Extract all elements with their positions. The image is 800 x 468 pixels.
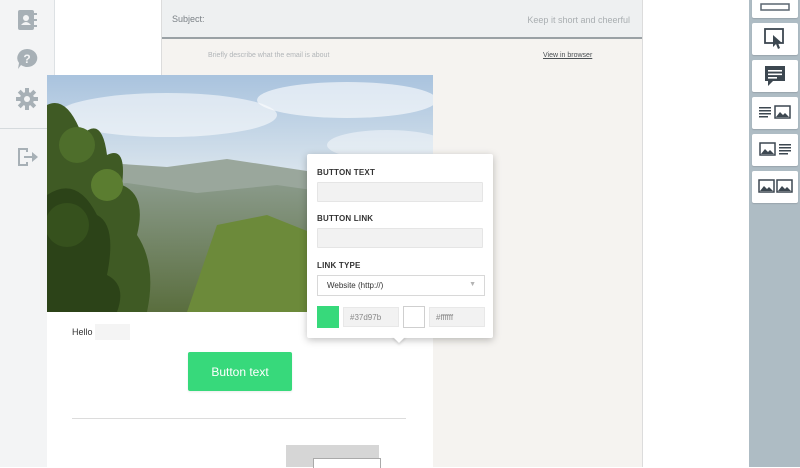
help-icon[interactable]: ? — [15, 47, 39, 71]
subject-label: Subject: — [172, 14, 205, 24]
button-text-input[interactable] — [317, 182, 483, 202]
link-type-select[interactable]: Website (http://) ▼ — [317, 275, 485, 296]
greeting-highlight — [95, 324, 130, 340]
subject-bar: Subject: — [162, 0, 642, 39]
image-text-icon — [759, 142, 791, 156]
button-link-input[interactable] — [317, 228, 483, 248]
text-block[interactable] — [752, 60, 798, 92]
contacts-book-icon[interactable] — [15, 8, 39, 32]
sidebar-divider — [0, 128, 54, 129]
background-color-input[interactable] — [343, 307, 399, 327]
view-in-browser-link[interactable]: View in browser — [543, 52, 592, 59]
text-color-input[interactable] — [429, 307, 485, 327]
greeting-text[interactable]: Hello — [72, 327, 93, 337]
text-image-block[interactable] — [752, 97, 798, 129]
gear-icon[interactable] — [15, 87, 39, 111]
button-text-label: BUTTON TEXT — [317, 168, 376, 177]
button-block[interactable] — [752, 23, 798, 55]
email-cta-button[interactable]: Button text — [188, 352, 292, 391]
link-type-selected: Website (http://) — [327, 281, 384, 290]
button-link-label: BUTTON LINK — [317, 214, 374, 223]
text-image-icon — [759, 105, 791, 119]
divider-icon — [760, 3, 790, 11]
background-color-swatch[interactable] — [317, 306, 339, 328]
button-settings-popover: BUTTON TEXT BUTTON LINK LINK TYPE Websit… — [307, 154, 493, 338]
two-images-icon — [758, 179, 793, 193]
email-divider — [72, 418, 406, 419]
preheader-placeholder[interactable]: Briefly describe what the email is about — [208, 52, 329, 59]
text-color-swatch[interactable] — [403, 306, 425, 328]
svg-text:?: ? — [23, 52, 30, 66]
two-images-block[interactable] — [752, 171, 798, 203]
divider-block[interactable] — [752, 0, 798, 18]
link-type-label: LINK TYPE — [317, 261, 361, 270]
popover-arrow — [392, 336, 406, 343]
image-text-block[interactable] — [752, 134, 798, 166]
logout-icon[interactable] — [15, 145, 39, 169]
text-comment-icon — [765, 66, 785, 86]
subject-input[interactable] — [208, 8, 632, 32]
chevron-down-icon: ▼ — [469, 281, 476, 288]
content-blocks-panel — [749, 0, 800, 467]
button-click-icon — [764, 28, 784, 49]
